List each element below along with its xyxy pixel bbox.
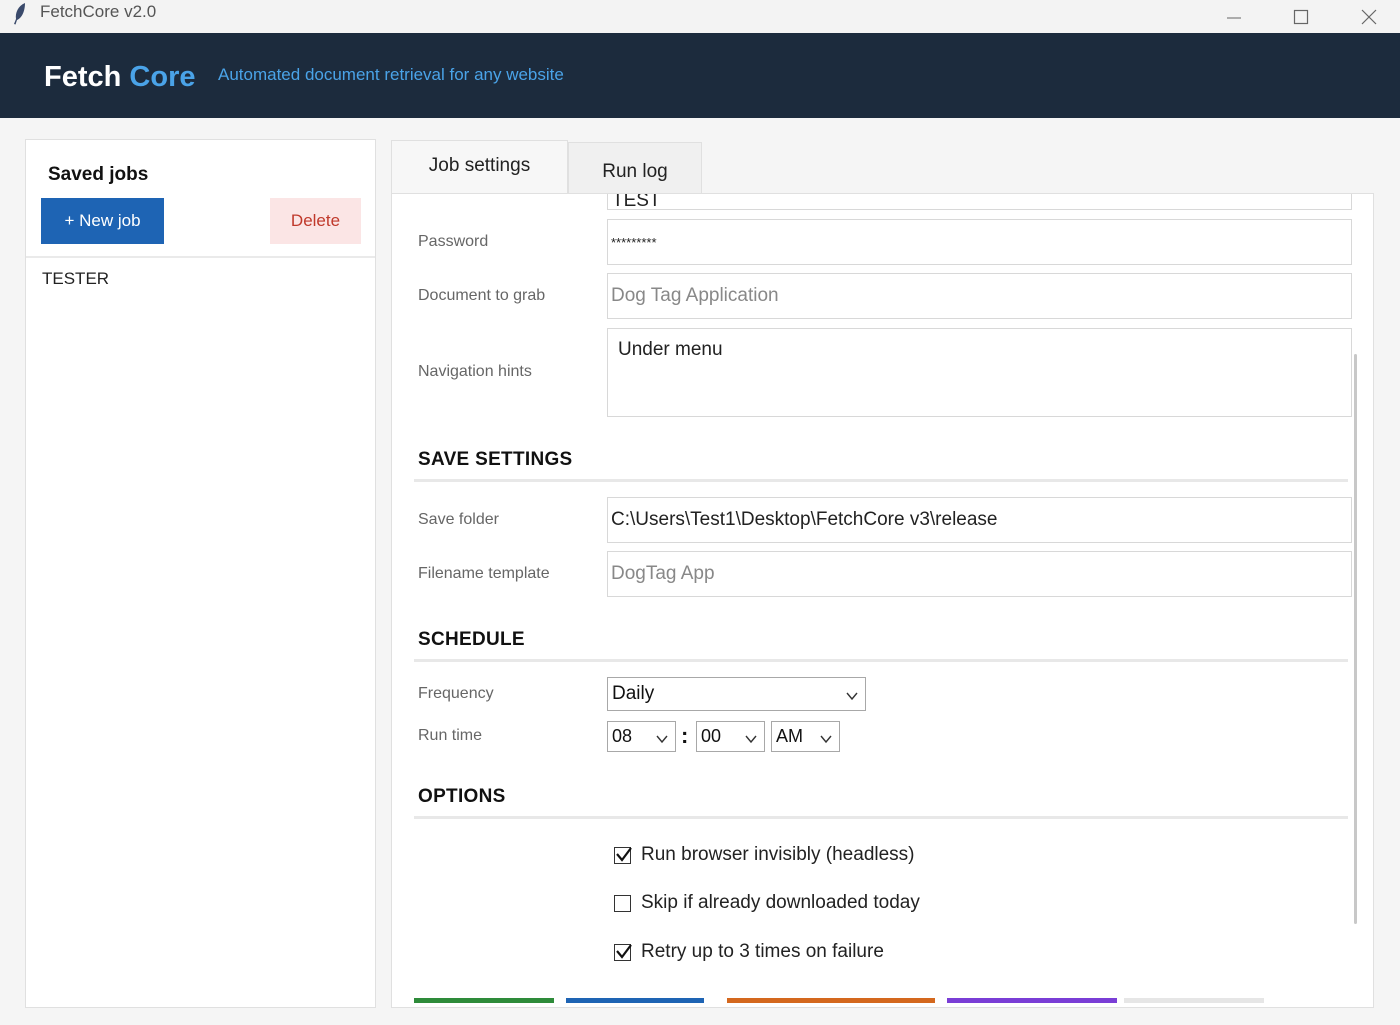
- filename-field[interactable]: DogTag App: [607, 551, 1352, 597]
- tab-job-settings[interactable]: Job settings: [391, 140, 568, 194]
- app-header: Fetch Core Automated document retrieval …: [0, 33, 1400, 118]
- delete-button[interactable]: Delete: [270, 198, 361, 244]
- checkmark-icon: [616, 846, 632, 862]
- action-button-purple[interactable]: [947, 998, 1117, 1003]
- frequency-select[interactable]: Daily: [607, 677, 866, 711]
- password-label: Password: [418, 233, 489, 250]
- retry-checkbox[interactable]: [614, 943, 632, 961]
- chevron-down-icon: [845, 687, 859, 701]
- chevron-down-icon: [655, 730, 669, 744]
- hour-value: 08: [612, 726, 633, 746]
- section-divider: [414, 816, 1348, 819]
- saved-jobs-sidebar: Saved jobs + New job Delete TESTER: [25, 139, 376, 1008]
- window-title: FetchCore v2.0: [40, 2, 157, 21]
- document-field[interactable]: Dog Tag Application: [607, 273, 1352, 319]
- filename-label: Filename template: [418, 565, 550, 582]
- nav-hints-label: Navigation hints: [418, 363, 532, 380]
- option-label: Skip if already downloaded today: [641, 892, 920, 913]
- option-skip-downloaded[interactable]: Skip if already downloaded today: [614, 891, 920, 915]
- save-settings-heading: SAVE SETTINGS: [418, 449, 573, 470]
- action-button-blue[interactable]: [566, 998, 704, 1003]
- schedule-heading: SCHEDULE: [418, 629, 525, 650]
- brand-logo: Fetch Core: [44, 61, 195, 94]
- job-settings-panel: TEST Password ********* Document to grab…: [391, 193, 1374, 1008]
- action-button-orange[interactable]: [727, 998, 935, 1003]
- headless-checkbox[interactable]: [614, 846, 632, 864]
- option-label: Retry up to 3 times on failure: [641, 941, 884, 962]
- hour-select[interactable]: 08: [607, 721, 676, 752]
- ampm-select[interactable]: AM: [771, 721, 840, 752]
- sidebar-divider: [26, 256, 375, 258]
- option-retry[interactable]: Retry up to 3 times on failure: [614, 940, 884, 964]
- minimize-icon[interactable]: [1200, 0, 1268, 33]
- brand-part1: Fetch: [44, 61, 122, 93]
- frequency-label: Frequency: [418, 685, 494, 702]
- option-label: Run browser invisibly (headless): [641, 844, 915, 865]
- action-button-green[interactable]: [414, 998, 554, 1003]
- chevron-down-icon: [819, 730, 833, 744]
- chevron-down-icon: [744, 730, 758, 744]
- list-item[interactable]: TESTER: [26, 264, 375, 294]
- save-folder-label: Save folder: [418, 511, 499, 528]
- runtime-label: Run time: [418, 727, 483, 744]
- sidebar-title: Saved jobs: [48, 164, 149, 185]
- username-field[interactable]: TEST: [607, 193, 1352, 211]
- time-separator: :: [681, 723, 689, 748]
- window-titlebar: FetchCore v2.0: [0, 0, 1400, 33]
- username-value: TEST: [612, 193, 661, 211]
- password-field[interactable]: *********: [607, 219, 1352, 265]
- skip-checkbox[interactable]: [614, 894, 631, 912]
- minute-select[interactable]: 00: [696, 721, 765, 752]
- action-button-gray[interactable]: [1124, 998, 1264, 1003]
- maximize-icon[interactable]: [1267, 0, 1335, 33]
- ampm-value: AM: [776, 726, 803, 746]
- frequency-value: Daily: [612, 683, 655, 704]
- save-folder-field[interactable]: C:\Users\Test1\Desktop\FetchCore v3\rele…: [607, 497, 1352, 543]
- brand-part2: Core: [129, 61, 196, 93]
- section-divider: [414, 659, 1348, 662]
- options-heading: OPTIONS: [418, 786, 506, 807]
- job-list: TESTER: [26, 264, 375, 294]
- scrollbar[interactable]: [1354, 354, 1357, 924]
- checkmark-icon: [616, 943, 632, 959]
- section-divider: [414, 479, 1348, 482]
- header-tagline: Automated document retrieval for any web…: [218, 65, 564, 84]
- new-job-button[interactable]: + New job: [41, 198, 164, 244]
- feather-icon: [10, 2, 30, 26]
- option-headless[interactable]: Run browser invisibly (headless): [614, 843, 915, 867]
- close-icon[interactable]: [1335, 0, 1400, 33]
- tab-run-log[interactable]: Run log: [568, 142, 702, 194]
- nav-hints-textarea[interactable]: Under menu: [607, 328, 1352, 417]
- minute-value: 00: [701, 726, 722, 746]
- document-label: Document to grab: [418, 287, 546, 304]
